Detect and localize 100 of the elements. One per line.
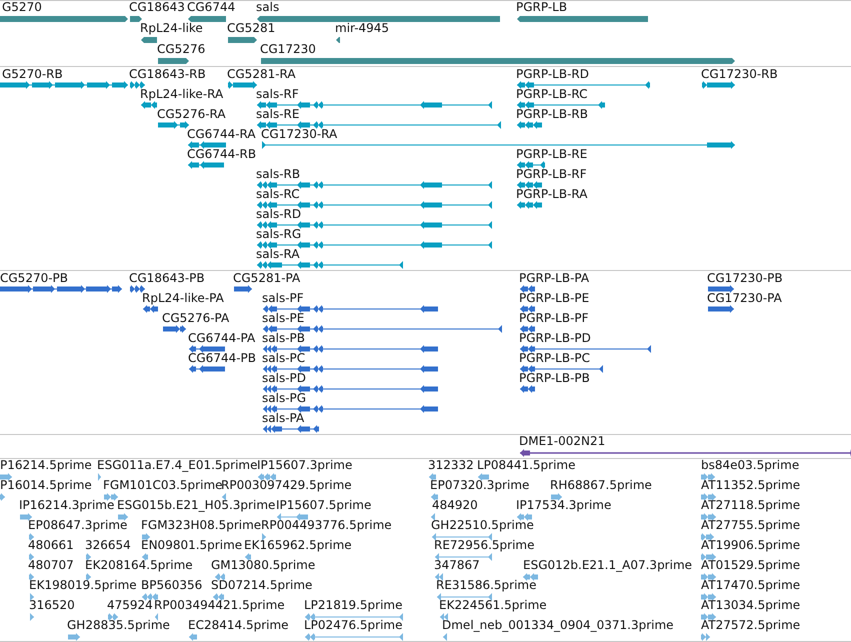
protein-glyph[interactable] bbox=[520, 345, 651, 353]
est-glyph[interactable] bbox=[142, 593, 158, 601]
transcript-glyph[interactable] bbox=[188, 141, 226, 149]
est-label: RP004493776.5prime bbox=[261, 519, 392, 532]
transcript-glyph[interactable] bbox=[517, 161, 545, 169]
transcript-glyph[interactable] bbox=[517, 121, 542, 129]
est-glyph[interactable] bbox=[258, 473, 276, 481]
est-glyph[interactable] bbox=[701, 573, 716, 581]
transcript-glyph[interactable] bbox=[257, 261, 403, 269]
gene-bar[interactable] bbox=[257, 15, 500, 23]
est-glyph[interactable] bbox=[305, 613, 403, 621]
protein-glyph[interactable] bbox=[189, 345, 225, 353]
protein-glyph[interactable] bbox=[143, 305, 158, 313]
est-label: 312332 bbox=[428, 459, 474, 472]
transcript-glyph[interactable] bbox=[158, 121, 189, 129]
est-glyph[interactable] bbox=[429, 473, 436, 481]
gene-bar[interactable] bbox=[130, 15, 142, 23]
transcript-glyph[interactable] bbox=[257, 121, 501, 129]
est-glyph[interactable] bbox=[701, 493, 716, 501]
transcript-glyph[interactable] bbox=[130, 81, 145, 89]
transcript-glyph[interactable] bbox=[262, 141, 735, 149]
transcript-label: sals-RE bbox=[256, 108, 300, 121]
est-label: RE31586.5prime bbox=[436, 579, 536, 592]
est-label: EK224561.5prime bbox=[439, 599, 547, 612]
protein-glyph[interactable] bbox=[263, 305, 438, 313]
est-glyph[interactable] bbox=[701, 533, 714, 541]
protein-glyph[interactable] bbox=[263, 425, 319, 433]
protein-glyph[interactable] bbox=[520, 325, 535, 333]
est-glyph[interactable] bbox=[29, 573, 34, 581]
protein-glyph[interactable] bbox=[0, 285, 122, 293]
est-glyph[interactable] bbox=[701, 613, 716, 621]
est-glyph[interactable] bbox=[245, 553, 251, 561]
protein-glyph[interactable] bbox=[520, 385, 535, 393]
est-glyph[interactable] bbox=[222, 493, 226, 501]
transcript-glyph[interactable] bbox=[257, 221, 492, 229]
est-label: AT27755.5prime bbox=[701, 519, 800, 532]
protein-glyph[interactable] bbox=[520, 305, 535, 313]
protein-label: CG6744-PA bbox=[188, 332, 256, 345]
est-glyph[interactable] bbox=[30, 593, 34, 601]
est-label: 326654 bbox=[85, 539, 131, 552]
transcript-glyph[interactable] bbox=[257, 101, 492, 109]
gene-bar[interactable] bbox=[188, 15, 226, 23]
protein-label: PGRP-LB-PF bbox=[519, 312, 589, 325]
protein-glyph[interactable] bbox=[520, 365, 603, 373]
protein-glyph[interactable] bbox=[263, 345, 438, 353]
est-glyph[interactable] bbox=[86, 573, 91, 581]
protein-glyph[interactable] bbox=[163, 325, 186, 333]
gene-bar[interactable] bbox=[336, 36, 340, 44]
protein-glyph[interactable] bbox=[263, 365, 438, 373]
transcript-glyph[interactable] bbox=[228, 81, 257, 89]
transcript-glyph[interactable] bbox=[517, 81, 650, 89]
est-glyph[interactable] bbox=[437, 593, 492, 601]
est-glyph[interactable] bbox=[551, 493, 562, 501]
gene-bar[interactable] bbox=[228, 36, 257, 44]
transcript-glyph[interactable] bbox=[517, 101, 605, 109]
clone-glyph[interactable] bbox=[520, 449, 851, 457]
est-glyph[interactable] bbox=[142, 533, 150, 541]
gene-label: CG18643 bbox=[129, 1, 185, 14]
transcript-glyph[interactable] bbox=[257, 181, 492, 189]
est-glyph[interactable] bbox=[701, 473, 715, 481]
est-glyph[interactable] bbox=[215, 573, 225, 581]
transcript-label: PGRP-LB-RF bbox=[516, 168, 587, 181]
transcript-label: sals-RG bbox=[256, 228, 302, 241]
transcript-glyph[interactable] bbox=[257, 241, 492, 249]
protein-glyph[interactable] bbox=[520, 285, 535, 293]
transcript-glyph[interactable] bbox=[0, 81, 128, 89]
gene-bar[interactable] bbox=[517, 15, 648, 23]
protein-glyph[interactable] bbox=[263, 325, 502, 333]
transcript-glyph[interactable] bbox=[702, 81, 735, 89]
est-glyph[interactable] bbox=[108, 613, 118, 621]
transcript-glyph[interactable] bbox=[257, 201, 492, 209]
gene-bar[interactable] bbox=[158, 57, 189, 65]
est-glyph[interactable] bbox=[440, 613, 448, 621]
transcript-glyph[interactable] bbox=[517, 201, 542, 209]
transcript-glyph[interactable] bbox=[188, 161, 224, 169]
est-glyph[interactable] bbox=[701, 553, 716, 561]
est-label: GH22510.5prime bbox=[431, 519, 534, 532]
est-glyph[interactable] bbox=[262, 533, 266, 541]
gene-bar[interactable] bbox=[141, 36, 157, 44]
protein-glyph[interactable] bbox=[263, 405, 438, 413]
transcript-glyph[interactable] bbox=[517, 181, 542, 189]
est-glyph[interactable] bbox=[277, 513, 308, 521]
protein-glyph[interactable] bbox=[234, 285, 252, 293]
est-glyph[interactable] bbox=[86, 553, 91, 561]
protein-glyph[interactable] bbox=[708, 305, 734, 313]
protein-glyph[interactable] bbox=[130, 285, 145, 293]
est-glyph[interactable] bbox=[701, 513, 716, 521]
est-glyph[interactable] bbox=[435, 573, 443, 581]
protein-glyph[interactable] bbox=[708, 285, 734, 293]
gene-bar[interactable] bbox=[261, 57, 735, 65]
transcript-glyph[interactable] bbox=[141, 101, 157, 109]
est-glyph[interactable] bbox=[0, 473, 12, 481]
est-glyph[interactable] bbox=[701, 593, 716, 601]
gene-bar[interactable] bbox=[0, 15, 128, 23]
protein-glyph[interactable] bbox=[189, 365, 225, 373]
est-glyph[interactable] bbox=[478, 473, 489, 481]
protein-glyph[interactable] bbox=[263, 385, 438, 393]
est-glyph[interactable] bbox=[435, 553, 492, 561]
est-glyph[interactable] bbox=[432, 533, 492, 541]
est-label: 480707 bbox=[28, 559, 74, 572]
